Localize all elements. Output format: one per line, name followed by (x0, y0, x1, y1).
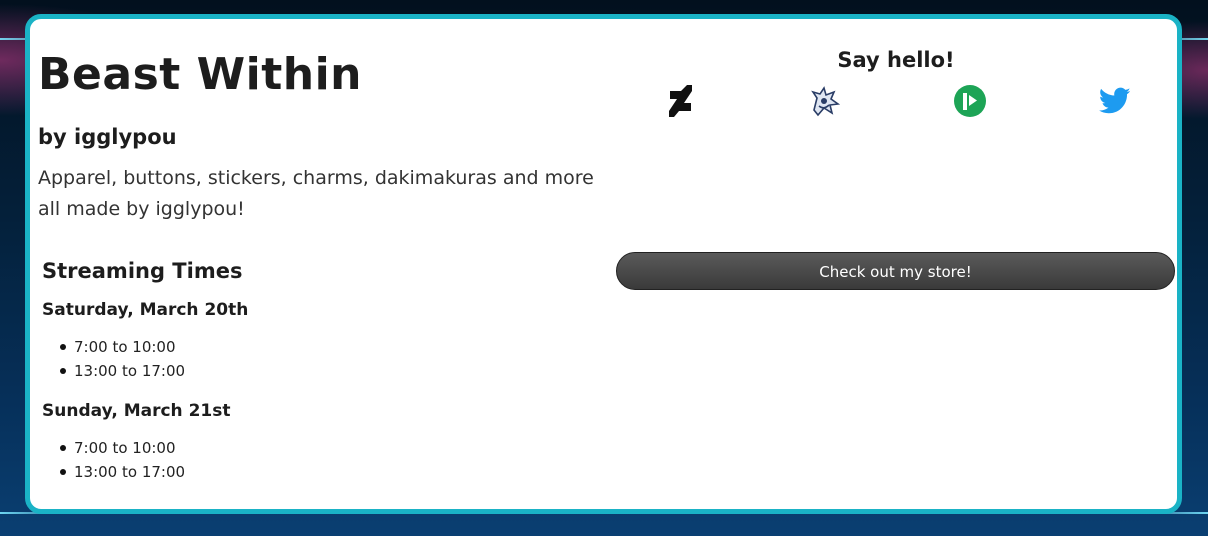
twitter-link[interactable] (1097, 83, 1133, 119)
fursona-link[interactable] (807, 83, 843, 119)
creator-byline: by igglypou (38, 125, 177, 149)
list-item: 13:00 to 17:00 (42, 359, 185, 383)
picarto-icon (954, 85, 986, 117)
list-item: 7:00 to 10:00 (42, 436, 185, 460)
twitter-icon (1099, 87, 1131, 114)
list-item: 7:00 to 10:00 (42, 335, 185, 359)
deviantart-link[interactable] (662, 83, 698, 119)
store-description: Apparel, buttons, stickers, charms, daki… (38, 167, 594, 220)
store-button[interactable]: Check out my store! (616, 252, 1175, 290)
stream-day-sunday: Sunday, March 21st (42, 401, 231, 421)
fursona-avatar-icon (811, 86, 841, 117)
stream-day-saturday: Saturday, March 20th (42, 300, 249, 320)
list-item: 13:00 to 17:00 (42, 460, 185, 484)
page-title: Beast Within (38, 49, 362, 100)
saturday-time-list: 7:00 to 10:00 13:00 to 17:00 (42, 335, 185, 383)
sunday-time-list: 7:00 to 10:00 13:00 to 17:00 (42, 436, 185, 484)
deviantart-icon (669, 85, 692, 117)
picarto-link[interactable] (952, 83, 988, 119)
say-hello-heading: Say hello! (837, 48, 955, 72)
profile-card: Beast Within by igglypou Apparel, button… (25, 14, 1182, 514)
streaming-times-heading: Streaming Times (42, 259, 243, 283)
